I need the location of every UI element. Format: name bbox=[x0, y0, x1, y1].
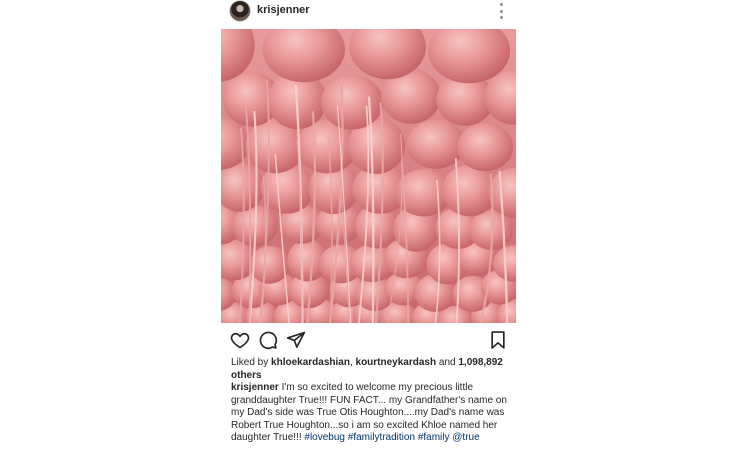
hashtag-link[interactable]: #family bbox=[418, 432, 450, 443]
heart-icon[interactable] bbox=[230, 330, 250, 350]
instagram-post: krisjenner Liked by khloekardashian, kou… bbox=[0, 0, 736, 450]
hashtag-link[interactable]: #familytradition bbox=[348, 432, 415, 443]
paper-plane-icon[interactable] bbox=[286, 330, 306, 350]
likes-and: and bbox=[436, 357, 459, 368]
more-dot bbox=[499, 9, 503, 13]
liker-link[interactable]: khloekardashian bbox=[271, 357, 350, 368]
post-caption: krisjenner I'm so excited to welcome my … bbox=[231, 382, 511, 445]
post-username[interactable]: krisjenner bbox=[257, 4, 310, 16]
post-header: krisjenner bbox=[221, 0, 516, 24]
balloon bbox=[457, 123, 514, 172]
bookmark-icon[interactable] bbox=[488, 330, 508, 350]
caption-username[interactable]: krisjenner bbox=[231, 382, 279, 393]
mention-link[interactable]: @true bbox=[452, 432, 479, 443]
more-dot bbox=[499, 16, 503, 19]
user-avatar[interactable] bbox=[229, 0, 251, 22]
hashtag-link[interactable]: #lovebug bbox=[304, 432, 345, 443]
likes-prefix: Liked by bbox=[231, 357, 272, 368]
likes-summary: Liked by khloekardashian, kourtneykardas… bbox=[231, 357, 511, 382]
post-image[interactable] bbox=[221, 29, 516, 323]
action-bar bbox=[221, 330, 516, 352]
liker-link[interactable]: kourtneykardash bbox=[356, 357, 437, 368]
more-options-icon[interactable] bbox=[498, 3, 504, 19]
balloons-photo bbox=[221, 29, 516, 323]
comment-icon[interactable] bbox=[258, 330, 278, 350]
balloon bbox=[320, 75, 384, 130]
more-dot bbox=[499, 3, 503, 6]
